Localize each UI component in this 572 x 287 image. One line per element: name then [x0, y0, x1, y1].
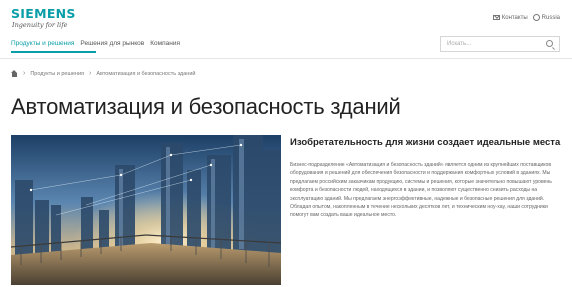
article: Изобретательность для жизни создает идеа…	[290, 137, 562, 220]
contacts-link[interactable]: Контакты	[492, 14, 528, 21]
chevron-right-icon: ›	[23, 70, 26, 77]
breadcrumb-item-products[interactable]: Продукты и решения	[30, 71, 84, 77]
search-icon[interactable]	[546, 40, 553, 47]
site-header: SIEMENS Ingenuity for life Контакты Russ…	[0, 0, 572, 58]
hero-image	[11, 135, 281, 285]
region-link[interactable]: Russia	[532, 14, 560, 21]
home-icon[interactable]	[11, 70, 18, 77]
utility-links: Контакты Russia	[492, 14, 560, 21]
region-label: Russia	[541, 14, 560, 21]
nav-item-markets[interactable]: Решения для рынков	[80, 40, 144, 50]
globe-icon	[532, 14, 540, 21]
main-nav: Продукты и решения Решения для рынков Ко…	[11, 40, 180, 50]
search-input[interactable]: Искать...	[440, 36, 560, 52]
search-placeholder: Искать...	[447, 41, 472, 47]
mail-icon	[492, 15, 500, 20]
nav-item-company[interactable]: Компания	[150, 40, 180, 50]
breadcrumb: › Продукты и решения › Автоматизация и б…	[11, 70, 196, 77]
breadcrumb-item-current: Автоматизация и безопасность зданий	[96, 70, 196, 77]
page-title: Автоматизация и безопасность зданий	[11, 94, 401, 119]
article-body: Бизнес-подразделение «Автоматизация и бе…	[290, 162, 552, 219]
chevron-right-icon: ›	[89, 70, 92, 77]
article-subtitle: Изобретательность для жизни создает идеа…	[290, 137, 561, 148]
logo-wordmark: SIEMENS	[11, 6, 76, 21]
contacts-label: Контакты	[501, 14, 528, 21]
header-divider	[0, 58, 572, 59]
siemens-logo[interactable]: SIEMENS Ingenuity for life	[11, 6, 76, 29]
logo-tagline: Ingenuity for life	[12, 21, 68, 29]
nav-item-products[interactable]: Продукты и решения	[11, 40, 74, 50]
nav-active-indicator	[11, 51, 96, 53]
